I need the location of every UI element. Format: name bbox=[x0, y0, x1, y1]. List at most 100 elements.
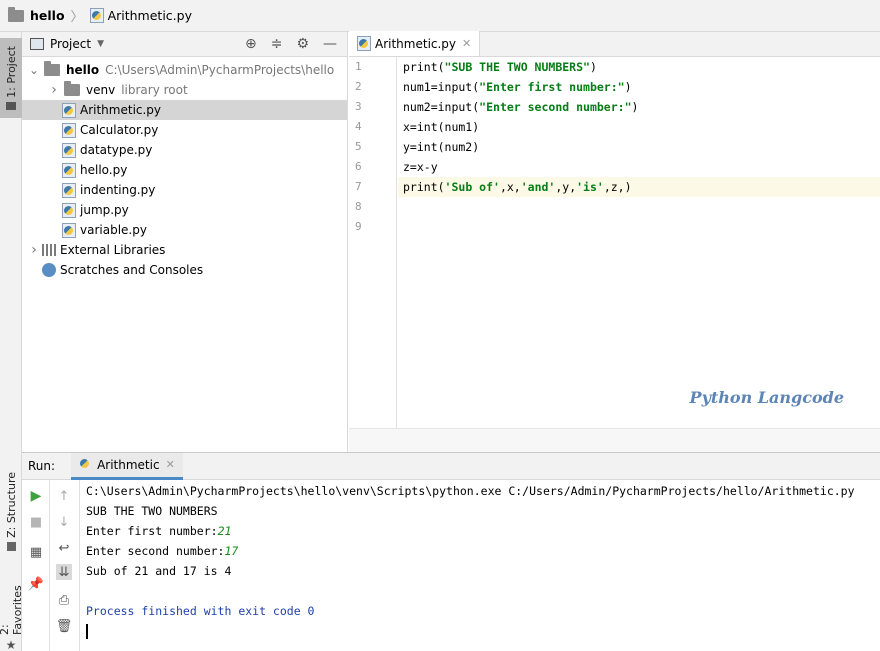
code-token: ) bbox=[589, 60, 597, 74]
structure-icon bbox=[6, 541, 16, 551]
left-tool-stripe: 1: Project Z: Structure 2: Favorites ★ bbox=[0, 32, 24, 651]
tool-tab-structure[interactable]: Z: Structure bbox=[0, 472, 22, 562]
chevron-down-icon[interactable]: ▼ bbox=[97, 39, 104, 49]
tree-item-label: indenting.py bbox=[80, 183, 156, 197]
run-panel-header: Run: Arithmetic ✕ bbox=[22, 452, 880, 480]
project-view-icon bbox=[30, 38, 44, 50]
close-icon[interactable]: ✕ bbox=[166, 458, 175, 471]
trash-icon[interactable]: 🗑 bbox=[56, 618, 73, 634]
console-prompt: Enter first number: bbox=[86, 524, 218, 538]
run-tab-arithmetic[interactable]: Arithmetic ✕ bbox=[71, 452, 183, 480]
run-tab-label: Arithmetic bbox=[97, 457, 160, 472]
tree-item[interactable]: hello.py bbox=[22, 160, 347, 180]
tree-item-label: hello bbox=[66, 63, 100, 77]
breadcrumb-file[interactable]: Arithmetic.py bbox=[108, 8, 192, 23]
rerun-icon[interactable]: ▶ bbox=[28, 488, 44, 504]
collapse-all-icon[interactable]: ≑ bbox=[271, 36, 283, 52]
minimize-icon[interactable]: — bbox=[323, 36, 337, 52]
arrow-down-icon[interactable]: ↓ bbox=[56, 514, 72, 530]
tree-item-label: variable.py bbox=[80, 223, 147, 237]
line-number: 7 bbox=[355, 180, 362, 193]
tree-item-label: External Libraries bbox=[60, 243, 166, 257]
console-blank bbox=[86, 581, 880, 601]
console-prompt: Enter second number: bbox=[86, 544, 225, 558]
stop-icon[interactable]: ■ bbox=[28, 514, 44, 530]
code-string: 'is' bbox=[576, 180, 604, 194]
chevron-right-icon[interactable]: › bbox=[46, 82, 62, 98]
tree-item[interactable]: Calculator.py bbox=[22, 120, 347, 140]
tree-item[interactable]: Scratches and Consoles bbox=[22, 260, 347, 280]
locate-icon[interactable]: ⊕ bbox=[245, 36, 257, 52]
code-token: print( bbox=[403, 180, 445, 194]
tool-tab-project-label: 1: Project bbox=[4, 46, 18, 98]
tree-item[interactable]: › venv library root bbox=[22, 80, 347, 100]
layout-icon[interactable]: ▦ bbox=[28, 544, 44, 560]
tool-tab-structure-label: Z: Structure bbox=[4, 472, 18, 538]
chevron-right-icon[interactable]: › bbox=[26, 242, 42, 258]
code-string: "Enter second number:" bbox=[479, 100, 632, 114]
python-file-icon bbox=[62, 202, 76, 218]
code-line: num2=input("Enter second number:") bbox=[398, 97, 880, 117]
tool-tab-favorites[interactable]: 2: Favorites ★ bbox=[0, 572, 24, 651]
code-string: "SUB THE TWO NUMBERS" bbox=[444, 60, 590, 74]
tree-item[interactable]: indenting.py bbox=[22, 180, 347, 200]
print-icon[interactable]: ⎙ bbox=[56, 592, 72, 608]
tree-item-label: Calculator.py bbox=[80, 123, 159, 137]
line-number: 9 bbox=[355, 220, 362, 233]
console-output[interactable]: C:\Users\Admin\PycharmProjects\hello\ven… bbox=[86, 480, 880, 651]
line-number-gutter: 1 2 3 4 5 6 7 8 9 bbox=[349, 57, 397, 428]
scroll-to-end-icon[interactable]: ⇊ bbox=[56, 564, 72, 580]
console-caret bbox=[86, 624, 88, 639]
run-label: Run: bbox=[28, 459, 56, 473]
tree-item[interactable]: › External Libraries bbox=[22, 240, 347, 260]
code-area[interactable]: print("SUB THE TWO NUMBERS") num1=input("… bbox=[398, 57, 880, 428]
tree-item-hint: C:\Users\Admin\PycharmProjects\hello bbox=[105, 63, 335, 77]
tree-item-label: Scratches and Consoles bbox=[60, 263, 204, 277]
chevron-down-icon[interactable]: ⌄ bbox=[26, 63, 42, 77]
code-line: print("SUB THE TWO NUMBERS") bbox=[398, 57, 880, 77]
code-line: y=int(num2) bbox=[398, 137, 880, 157]
python-file-icon bbox=[357, 36, 371, 51]
code-line: z=x-y bbox=[398, 157, 880, 177]
project-panel-header: Project ▼ ⊕ ≑ ⚙ — bbox=[22, 32, 347, 57]
python-file-icon bbox=[62, 142, 76, 158]
code-line: num1=input("Enter first number:") bbox=[398, 77, 880, 97]
tool-tab-project[interactable]: 1: Project bbox=[0, 38, 22, 118]
code-token: y=int(num2) bbox=[403, 140, 480, 154]
code-token: ) bbox=[631, 100, 639, 114]
code-line: print('Sub of',x,'and',y,'is',z,) bbox=[398, 177, 880, 197]
tree-item[interactable]: variable.py bbox=[22, 220, 347, 240]
tree-item[interactable]: ⌄ hello C:\Users\Admin\PycharmProjects\hel… bbox=[22, 60, 347, 80]
console-input: 17 bbox=[224, 544, 239, 558]
code-token: ,z,) bbox=[603, 180, 632, 194]
line-number: 5 bbox=[355, 140, 362, 153]
gear-icon[interactable]: ⚙ bbox=[296, 36, 309, 52]
console-toolbar: ↑ ↓ ↩ ⇊ ⎙ 🗑 bbox=[50, 480, 80, 651]
scratch-icon bbox=[42, 263, 56, 277]
watermark: Python Langcode bbox=[689, 388, 844, 407]
soft-wrap-icon[interactable]: ↩ bbox=[56, 540, 72, 556]
code-string: "Enter first number:" bbox=[479, 80, 625, 94]
console-exit-message: Process finished with exit code 0 bbox=[86, 604, 315, 618]
code-string: 'and' bbox=[520, 180, 556, 194]
project-panel-title[interactable]: Project bbox=[50, 37, 91, 51]
code-token: ) bbox=[624, 80, 632, 94]
close-icon[interactable]: ✕ bbox=[462, 37, 471, 50]
code-line: x=int(num1) bbox=[398, 117, 880, 137]
line-number: 3 bbox=[355, 100, 362, 113]
code-token: x=int(num1) bbox=[403, 120, 480, 134]
arrow-up-icon[interactable]: ↑ bbox=[56, 488, 72, 504]
python-file-icon bbox=[62, 122, 76, 138]
python-file-icon bbox=[62, 182, 76, 198]
pin-icon[interactable]: 📌 bbox=[28, 576, 44, 592]
project-icon bbox=[6, 101, 16, 110]
breadcrumb-project[interactable]: hello bbox=[30, 8, 65, 23]
python-file-icon bbox=[62, 222, 76, 238]
editor-tab-arithmetic[interactable]: Arithmetic.py ✕ bbox=[349, 31, 481, 56]
line-number: 6 bbox=[355, 160, 362, 173]
tree-item[interactable]: Arithmetic.py bbox=[22, 100, 347, 120]
tree-item[interactable]: jump.py bbox=[22, 200, 347, 220]
tree-item[interactable]: datatype.py bbox=[22, 140, 347, 160]
folder-icon bbox=[64, 81, 80, 96]
line-number: 4 bbox=[355, 120, 362, 133]
